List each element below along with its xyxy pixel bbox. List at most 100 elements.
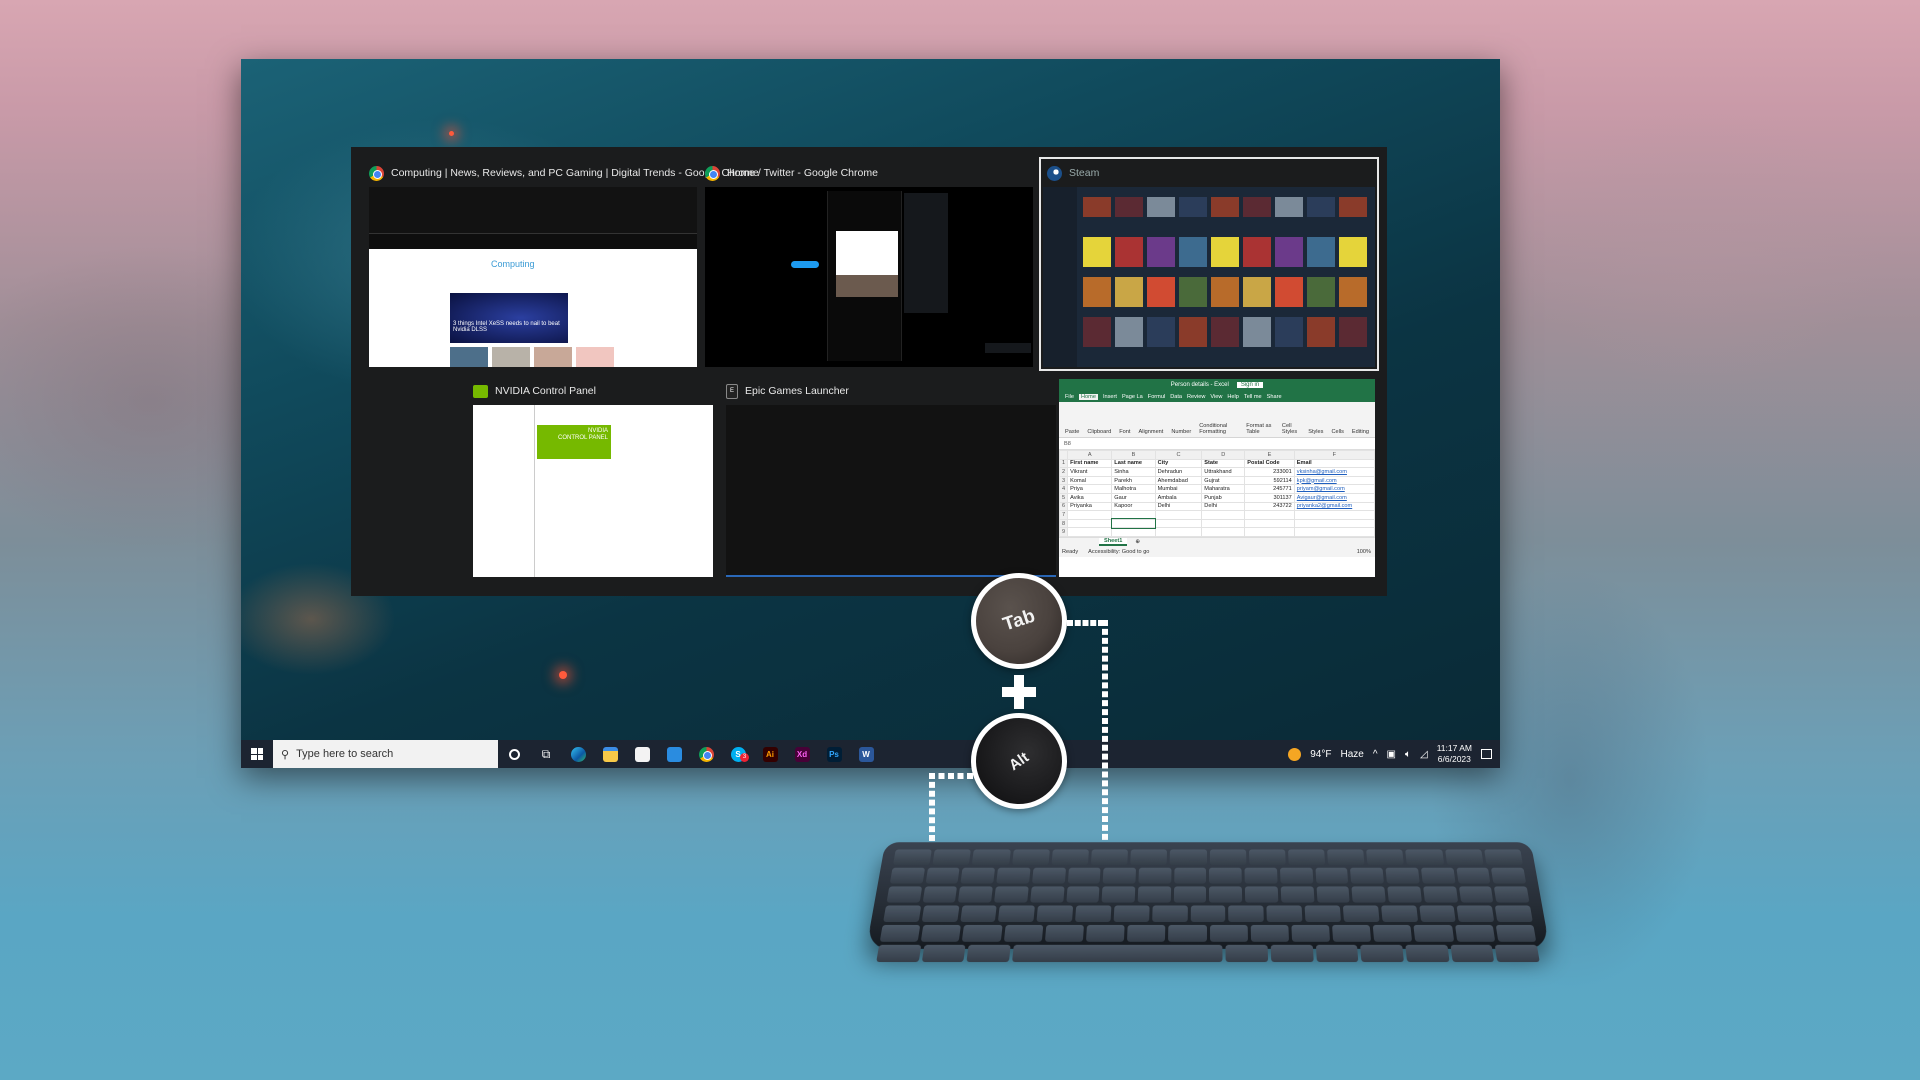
cell [1111,510,1156,520]
cell [1154,527,1203,537]
cell: Ambala [1154,492,1203,503]
window-twitter[interactable]: Home / Twitter - Google Chrome [705,161,1033,367]
keyboard-key [1387,886,1422,903]
clock[interactable]: 11:17 AM 6/6/2023 [1437,743,1472,765]
window-excel[interactable]: Person details - Excel Sign in File Home I… [1058,379,1376,577]
notification-icon[interactable] [1481,749,1492,759]
skype-icon[interactable]: S 3 [722,740,754,768]
banner-text: NVIDIA [587,428,608,434]
keyboard-key [960,867,996,884]
keyboard-row [879,924,1537,942]
article-card [534,347,572,367]
window-title: Steam [1047,161,1099,185]
keyboard-key [1030,886,1065,903]
game-tile [1179,317,1207,347]
game-tile [1179,277,1207,307]
chrome-icon[interactable] [690,740,722,768]
game-tile [1243,237,1271,267]
game-tile [1275,317,1303,347]
window-title-text: NVIDIA Control Panel [495,385,596,397]
keyboard-key [966,944,1011,963]
formula-bar: B8 [1059,438,1375,450]
ribbon-group: Paste [1065,429,1080,435]
keyboard-key [1169,849,1207,865]
keyboard-key [998,905,1036,922]
keyboard-key [1458,886,1494,903]
chevron-up-icon[interactable]: ^ [1373,749,1378,760]
volume-icon[interactable]: 🔈︎ [1405,749,1411,760]
window-epic-games-launcher[interactable]: E Epic Games Launcher [726,379,1056,577]
game-tile [1243,317,1271,347]
keyboard-key [959,905,998,922]
start-button[interactable] [241,740,273,768]
accessibility-status: Accessibility: Good to go [1088,548,1150,555]
weather-temp[interactable]: 94°F [1310,749,1331,760]
task-view-icon[interactable]: ⧉ [530,740,562,768]
time: 11:17 AM [1436,742,1472,753]
window-thumbnail [726,405,1056,577]
keyboard-key [1266,905,1303,922]
window-title: NVIDIA Control Panel [473,379,596,403]
game-tile [1115,237,1143,267]
ribbon-group: Conditional Formatting [1199,423,1228,435]
game-tile [1307,197,1335,217]
keyboard-key [1168,924,1207,942]
weather-icon[interactable] [1288,747,1302,761]
row-number: 2 [1058,467,1069,477]
cortana-icon[interactable] [498,740,530,768]
word-icon[interactable]: W [850,740,882,768]
cell: Mumbai [1154,484,1203,494]
keyboard-key [889,867,925,884]
table-row: 3 Komal Parekh Ahemdabad Gujrat 592114 kpk@gma… [1058,475,1376,486]
ribbon-tabs: File Home Insert Page La Formul Data Review Vie… [1059,391,1375,402]
cell: Postal Code [1244,458,1295,469]
cell: Vikrant [1067,467,1113,477]
xd-icon[interactable]: Xd [786,740,818,768]
window-nvidia-control-panel[interactable]: NVIDIA Control Panel NVIDIA CONTROL PANE… [473,379,713,577]
keyboard-key [879,924,921,942]
cell: kpk@gmail.com [1293,475,1376,486]
wifi-icon[interactable]: ◿ [1420,749,1428,760]
keyboard-row [889,867,1527,884]
game-tile [1083,197,1111,217]
keyboard-key [1113,905,1150,922]
store-icon[interactable] [626,740,658,768]
keyboard-key [1372,924,1413,942]
row-number: 4 [1058,484,1069,494]
keyboard-key [1315,944,1359,963]
banner-text: CONTROL PANEL [557,435,608,442]
mail-icon[interactable] [658,740,690,768]
keyboard-key [1102,867,1137,884]
workbook-title: Person details - Excel [1170,382,1229,388]
window-thumbnail [1043,187,1375,367]
cell [1244,510,1295,520]
search-box[interactable]: ⚲ Type here to search [273,740,498,768]
file-explorer-icon[interactable] [594,740,626,768]
keyboard-key [1420,867,1456,884]
ribbon-tab: Home [1079,393,1098,400]
weather-desc[interactable]: Haze [1340,749,1363,760]
edge-icon[interactable] [562,740,594,768]
ribbon-group: Cell Styles [1281,423,1298,435]
desktop-screen: Computing | News, Reviews, and PC Gaming… [241,59,1500,768]
keyboard-key [1385,867,1420,884]
background-light [559,671,567,679]
photoshop-icon[interactable]: Ps [818,740,850,768]
game-tile [1147,197,1175,217]
keyboard-key [883,905,922,922]
keyboard-key [996,867,1031,884]
illustrator-icon[interactable]: Ai [754,740,786,768]
keyboard-key [1011,849,1050,865]
game-tile [1211,317,1239,347]
ribbon-group: Clipboard [1087,429,1112,435]
cell [1244,527,1295,537]
notification-badge: 3 [740,753,749,762]
window-digital-trends[interactable]: Computing | News, Reviews, and PC Gaming… [369,161,759,367]
keyboard-key [1315,867,1349,884]
keyboard-key [1351,886,1386,903]
cell: Malhotra [1111,484,1156,494]
keyboard-key [1455,867,1491,884]
meet-now-icon[interactable]: ▣ [1387,749,1396,760]
ribbon-tab: Share [1266,393,1282,400]
window-steam[interactable]: Steam [1039,157,1379,371]
